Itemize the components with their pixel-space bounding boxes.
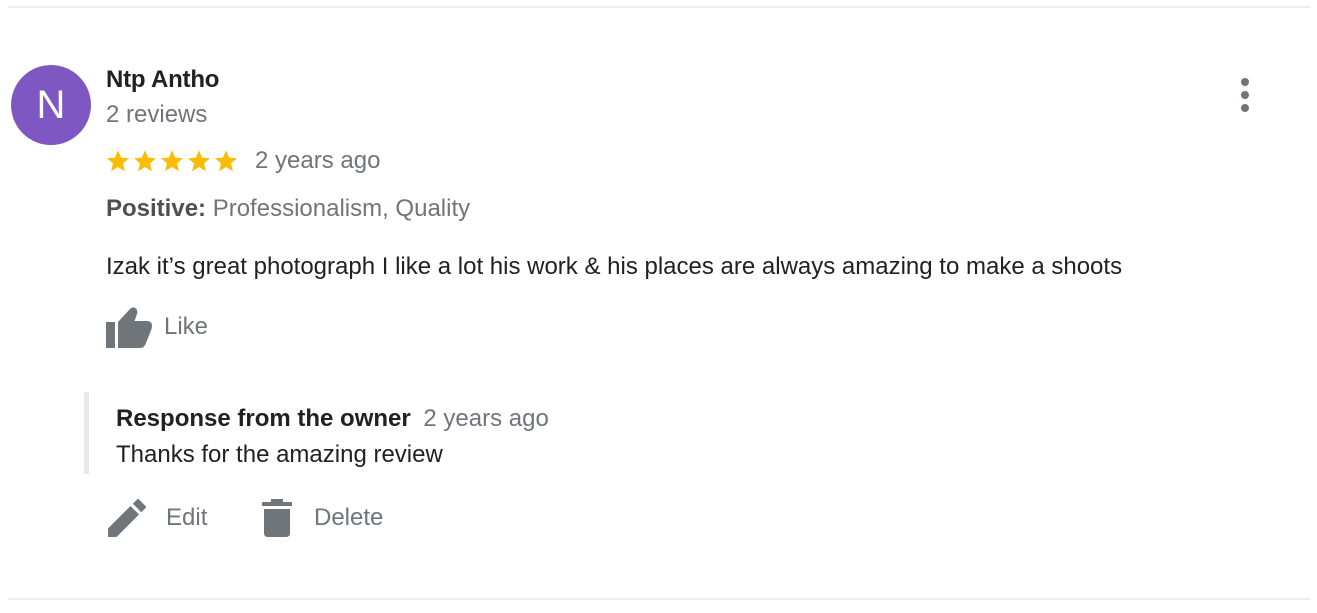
owner-response-title: Response from the owner [116,405,411,432]
avatar-letter: N [36,82,66,127]
edit-button[interactable]: Edit [108,496,207,540]
star-icon [188,150,210,172]
delete-label: Delete [314,504,384,531]
owner-response-time: 2 years ago [423,405,549,432]
positive-label: Positive: [106,195,207,222]
star-icon [107,150,129,172]
reviewer-name[interactable]: Ntp Antho [106,66,219,94]
avatar[interactable]: N [11,65,91,145]
star-rating [106,149,241,173]
delete-button[interactable]: Delete [262,496,383,540]
review-text: Izak it’s great photograph I like a lot … [106,253,1123,280]
top-divider [8,6,1310,8]
like-button[interactable]: Like [106,305,208,349]
bottom-divider [8,598,1310,600]
like-label: Like [164,313,209,340]
more-options-button[interactable] [1228,74,1262,116]
owner-response-header: Response from the owner 2 years ago [116,405,549,433]
review-time: 2 years ago [255,147,381,174]
owner-response: Response from the owner 2 years ago Than… [84,392,789,474]
trash-icon [262,499,292,537]
rating-row: 2 years ago [106,146,380,176]
positive-attributes: Positive: Professionalism, Quality [106,195,470,223]
edit-label: Edit [166,504,208,531]
more-vert-icon [1241,78,1249,112]
positive-values: Professionalism, Quality [212,195,471,222]
review-count[interactable]: 2 reviews [106,101,207,129]
pencil-icon [108,499,146,537]
thumbs-up-icon [106,307,152,348]
star-icon [215,150,237,172]
owner-response-text: Thanks for the amazing review [116,441,443,468]
star-icon [161,150,183,172]
star-icon [134,150,156,172]
